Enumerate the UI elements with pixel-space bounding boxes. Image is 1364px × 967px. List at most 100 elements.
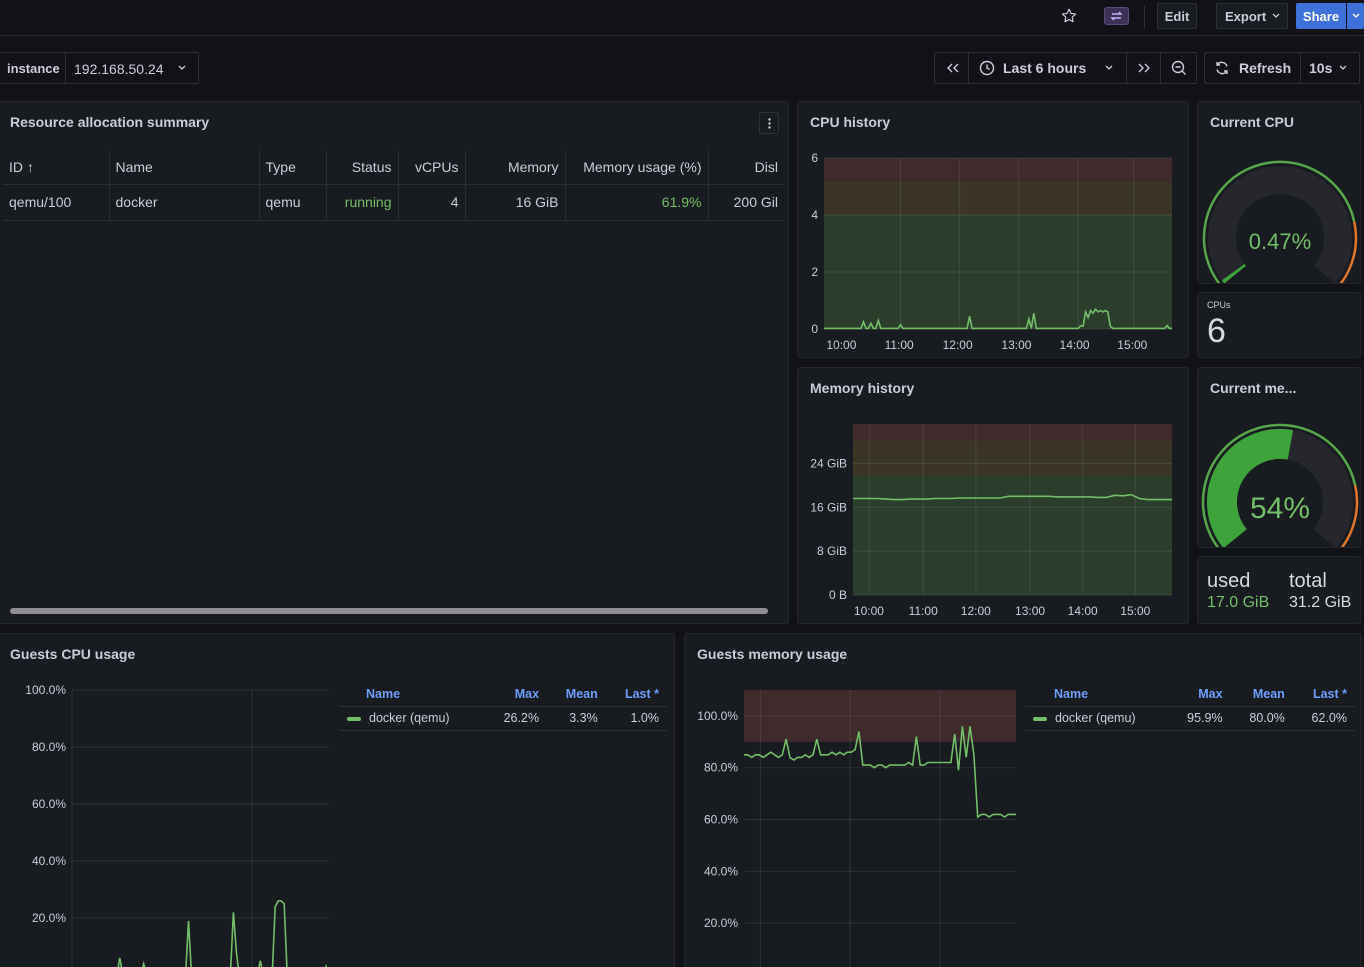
- current-cpu-panel: Current CPU 0.47%: [1197, 101, 1361, 284]
- cpus-stat-panel: CPUs 6: [1197, 292, 1361, 358]
- legend-header-max[interactable]: Max: [1168, 682, 1231, 707]
- legend-last: 1.0%: [605, 706, 667, 731]
- guests-memory-chart: 20.0% 40.0% 60.0% 80.0% 100.0%: [697, 690, 1016, 967]
- legend-max: 95.9%: [1168, 706, 1231, 731]
- chevron-down-icon: [1339, 65, 1347, 70]
- x-tick-label: 11:00: [885, 338, 914, 352]
- used-value: 17.0 GiB: [1207, 594, 1270, 611]
- column-header-type[interactable]: Type: [259, 150, 327, 185]
- memory-history-panel: Memory history 0 B8 GiB 16 GiB 24 GiB 10:00…: [797, 367, 1189, 624]
- chevron-down-icon: [178, 65, 186, 70]
- panel-title: Resource allocation summary: [10, 114, 210, 130]
- cell-id: qemu/100: [3, 184, 110, 221]
- clock-icon: [979, 60, 995, 76]
- cell-disk: 200 Gil: [708, 184, 784, 221]
- column-header-disk[interactable]: Disl: [708, 150, 784, 185]
- panel-menu-button[interactable]: [759, 112, 779, 134]
- y-tick-label: 100.0%: [25, 683, 66, 697]
- instance-variable: instance 192.168.50.24: [0, 52, 199, 84]
- table-row[interactable]: qemu/100 docker qemu running 4 16 GiB 61…: [3, 184, 784, 221]
- refresh-interval-select[interactable]: 10s: [1301, 53, 1359, 83]
- time-picker: Last 6 hours: [934, 52, 1197, 84]
- y-tick-label: 60.0%: [32, 797, 66, 811]
- legend-header-name[interactable]: Name: [339, 682, 485, 707]
- table-header-row: ID ↑ Name Type Status vCPUs Memory Memor…: [3, 150, 784, 185]
- guests-cpu-panel: Guests CPU usage 20.0% 40.0% 60.0% 80.0% 100…: [0, 633, 675, 967]
- series-name: docker (qemu): [369, 711, 450, 725]
- legend-row[interactable]: docker (qemu) 26.2% 3.3% 1.0%: [339, 706, 667, 731]
- chevron-down-icon: [1352, 13, 1359, 18]
- resource-table: ID ↑ Name Type Status vCPUs Memory Memor…: [3, 150, 784, 221]
- x-tick-label: 12:00: [961, 604, 991, 618]
- column-header-status[interactable]: Status: [326, 150, 399, 185]
- time-range-select[interactable]: Last 6 hours: [969, 53, 1127, 83]
- time-back-button[interactable]: [935, 53, 969, 83]
- star-icon[interactable]: [1060, 7, 1080, 27]
- horizontal-scrollbar[interactable]: [10, 608, 768, 614]
- edit-button[interactable]: Edit: [1157, 3, 1197, 29]
- y-tick-label: 0 B: [829, 588, 847, 602]
- legend-header-last[interactable]: Last *: [605, 682, 667, 707]
- cell-memory-usage: 61.9%: [565, 184, 709, 221]
- x-tick-label: 15:00: [1120, 604, 1150, 618]
- legend-name: docker (qemu): [1025, 706, 1169, 731]
- y-tick-label: 60.0%: [704, 813, 738, 827]
- threshold-band: [824, 158, 1172, 181]
- y-tick-label: 4: [811, 208, 818, 222]
- threshold-band: [853, 440, 1172, 476]
- legend-row[interactable]: docker (qemu) 95.9% 80.0% 62.0%: [1025, 706, 1355, 731]
- y-tick-label: 40.0%: [704, 864, 738, 878]
- series-color-swatch: [347, 716, 361, 721]
- export-label: Export: [1225, 8, 1267, 24]
- y-tick-label: 6: [811, 151, 818, 165]
- instance-label: instance: [7, 61, 60, 76]
- legend-mean: 3.3%: [547, 706, 606, 731]
- cell-memory: 16 GiB: [465, 184, 566, 221]
- refresh-label: Refresh: [1239, 60, 1292, 76]
- legend-header-mean[interactable]: Mean: [1230, 682, 1293, 707]
- column-header-name[interactable]: Name: [109, 150, 260, 185]
- divider: [1144, 6, 1145, 28]
- used-label: used: [1207, 570, 1251, 592]
- x-tick-label: 14:00: [1068, 604, 1098, 618]
- legend-header-last[interactable]: Last *: [1292, 682, 1355, 707]
- x-tick-label: 14:00: [1060, 338, 1090, 352]
- time-forward-button[interactable]: [1127, 53, 1161, 83]
- chevrons-right-icon: [1138, 63, 1150, 73]
- column-header-id[interactable]: ID ↑: [3, 150, 110, 185]
- swap-icon[interactable]: [1104, 7, 1129, 25]
- gauge-track: [1208, 166, 1352, 283]
- chevrons-left-icon: [947, 63, 959, 73]
- legend-header-mean[interactable]: Mean: [547, 682, 606, 707]
- chevron-down-icon: [1105, 65, 1113, 70]
- threshold-band: [853, 424, 1172, 441]
- share-menu-button[interactable]: [1347, 3, 1364, 29]
- legend-header-max[interactable]: Max: [484, 682, 548, 707]
- legend-header-name[interactable]: Name: [1025, 682, 1169, 707]
- cell-type: qemu: [259, 184, 327, 221]
- cell-vcpus: 4: [398, 184, 466, 221]
- refresh-button[interactable]: Refresh: [1205, 53, 1301, 83]
- share-button[interactable]: Share: [1296, 3, 1346, 29]
- x-tick-label: 13:00: [1001, 338, 1031, 352]
- cell-name: docker: [109, 184, 260, 221]
- y-tick-label: 8 GiB: [817, 544, 847, 558]
- x-tick-label: 10:00: [854, 604, 884, 618]
- column-header-memory[interactable]: Memory: [465, 150, 566, 185]
- instance-select[interactable]: 192.168.50.24: [66, 53, 198, 83]
- guests-cpu-chart: 20.0% 40.0% 60.0% 80.0% 100.0%: [25, 683, 329, 967]
- export-button[interactable]: Export: [1216, 3, 1288, 29]
- chevron-down-icon: [1272, 13, 1280, 18]
- cpu-history-chart: 0 2 4 6 10:00 11:00 12:00 13:00 14:00 15:00: [811, 151, 1172, 352]
- resource-allocation-panel: Resource allocation summary ID ↑ Name Ty…: [0, 101, 789, 624]
- guests-memory-panel: Guests memory usage 20.0% 40.0% 60.0% 80.0%…: [684, 633, 1362, 967]
- refresh-icon: [1216, 61, 1228, 75]
- top-bar: Edit Export Share: [0, 0, 1364, 36]
- column-header-memory-usage[interactable]: Memory usage (%): [565, 150, 709, 185]
- column-header-vcpus[interactable]: vCPUs: [398, 150, 466, 185]
- time-range-label: Last 6 hours: [1003, 60, 1087, 76]
- x-tick-label: 12:00: [943, 338, 973, 352]
- legend-max: 26.2%: [484, 706, 548, 731]
- y-tick-label: 100.0%: [697, 709, 738, 723]
- zoom-out-button[interactable]: [1161, 53, 1197, 83]
